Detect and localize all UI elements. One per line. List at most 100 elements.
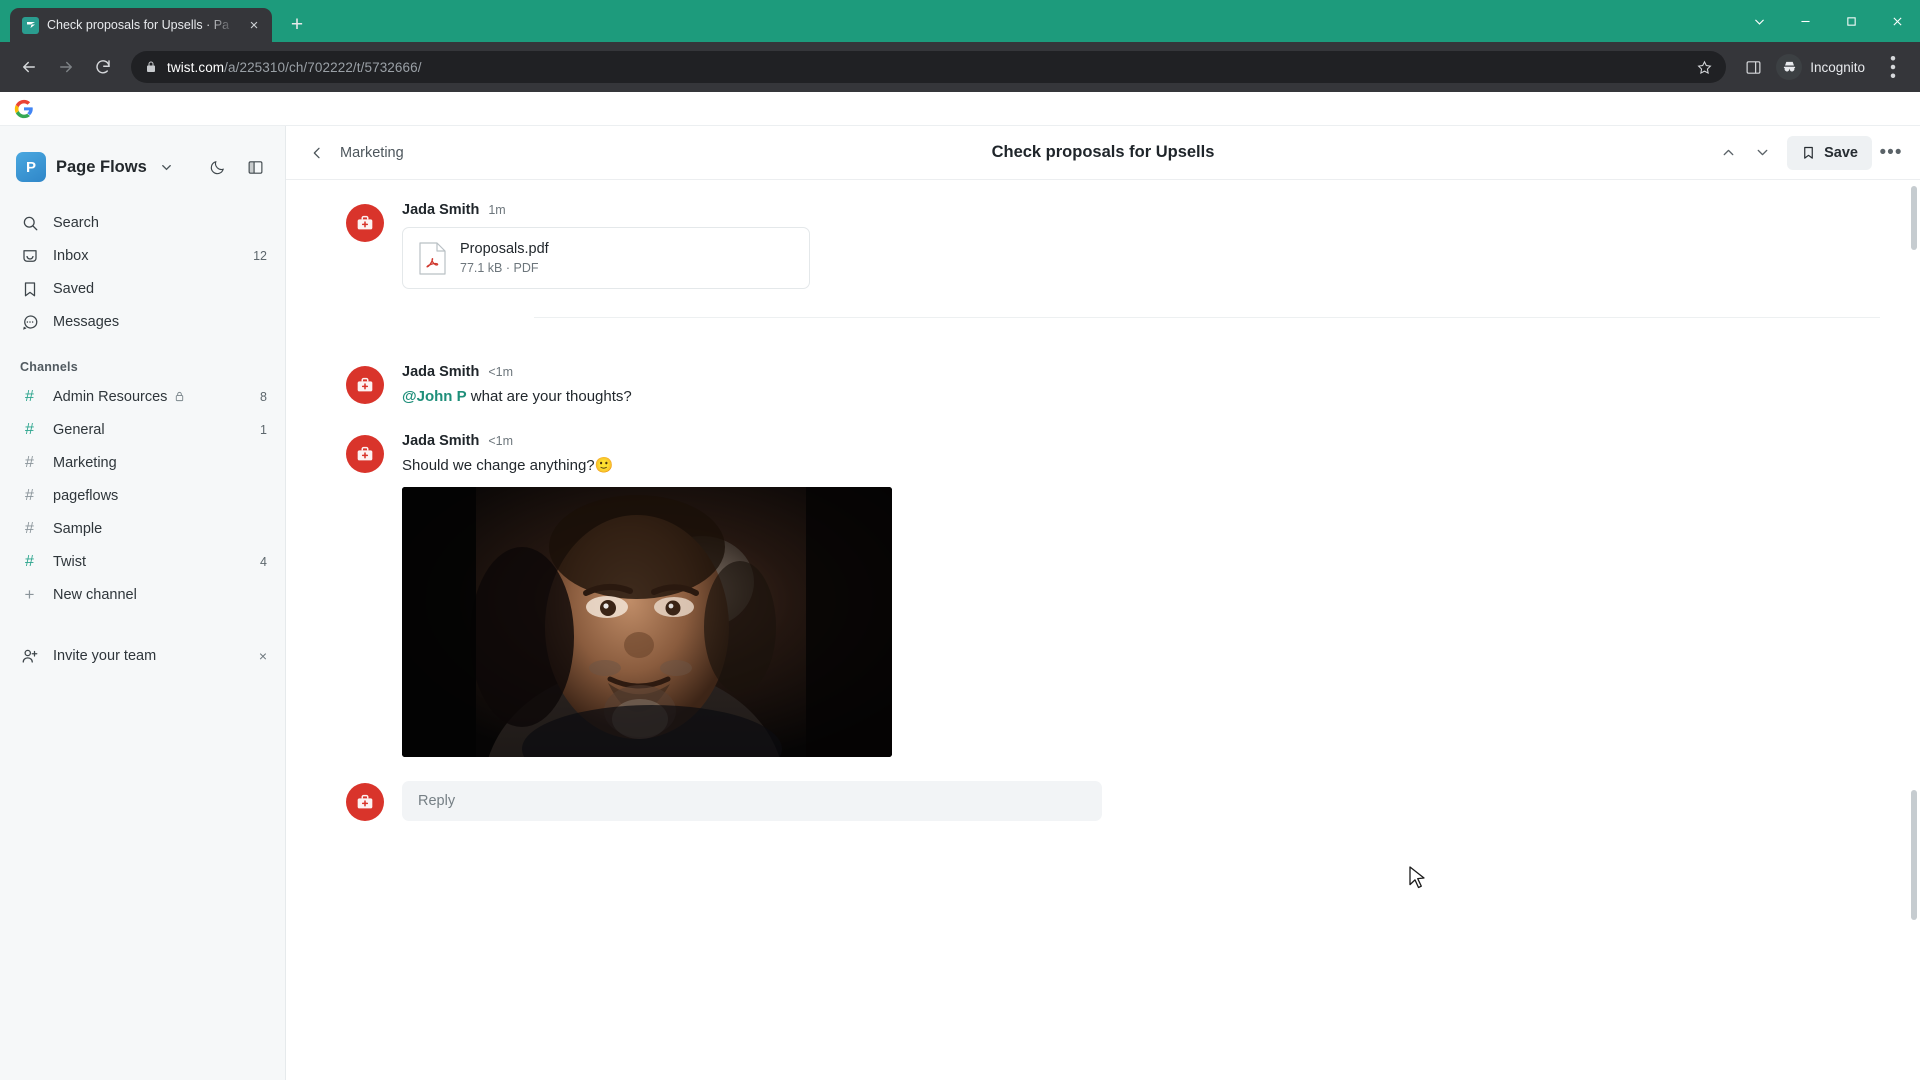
url-domain: twist.com: [167, 59, 225, 75]
side-panel-icon[interactable]: [1737, 51, 1769, 83]
url-path: /a/225310/ch/702222/t/5732666/: [224, 59, 422, 75]
channel-badge: 8: [260, 389, 267, 404]
maximize-icon[interactable]: [1828, 0, 1874, 42]
thread-view: Marketing Check proposals for Upsells Sa…: [286, 126, 1920, 1080]
thread-header: Marketing Check proposals for Upsells Sa…: [286, 126, 1920, 180]
sidebar-item-twist[interactable]: # Twist 4: [0, 545, 285, 578]
incognito-profile-button[interactable]: Incognito: [1772, 51, 1875, 83]
message-timestamp: <1m: [488, 434, 514, 449]
avatar[interactable]: [346, 204, 384, 242]
file-meta: 77.1 kB · PDF: [460, 261, 539, 275]
new-channel-label: New channel: [53, 586, 137, 603]
invite-team-row[interactable]: Invite your team ×: [0, 639, 285, 673]
browser-tab-title: Check proposals for Upsells · Pa: [47, 18, 230, 32]
message-author: Jada Smith: [402, 364, 480, 380]
google-g-icon[interactable]: [14, 99, 34, 119]
workspace-name: Page Flows: [56, 157, 147, 176]
sidebar-item-saved[interactable]: Saved: [0, 272, 285, 305]
channel-label: Sample: [53, 520, 103, 537]
sidebar-item-badge: 12: [253, 248, 267, 263]
browser-toolbar: twist.com/a/225310/ch/702222/t/5732666/ …: [0, 42, 1920, 92]
sidebar-item-label: Inbox: [53, 247, 89, 264]
close-icon[interactable]: ×: [259, 648, 267, 664]
breadcrumb[interactable]: Marketing: [340, 145, 404, 161]
message-author: Jada Smith: [402, 202, 480, 218]
lock-icon: [174, 391, 185, 402]
sidebar-item-messages[interactable]: Messages: [0, 305, 285, 338]
scrollbar-thumb[interactable]: [1911, 790, 1917, 920]
hash-icon: #: [25, 552, 34, 570]
forward-arrow-icon: [49, 50, 83, 84]
save-button[interactable]: Save: [1787, 135, 1872, 170]
channel-label: Admin Resources: [53, 388, 168, 405]
incognito-icon: [1776, 54, 1803, 80]
hash-icon: #: [25, 387, 34, 405]
hash-icon: #: [25, 486, 34, 504]
bookmark-icon: [20, 280, 39, 298]
workspace-switcher[interactable]: P Page Flows: [0, 144, 285, 190]
search-icon: [20, 214, 39, 232]
mouse-cursor: [1409, 866, 1425, 889]
sidebar-item-inbox[interactable]: Inbox 12: [0, 239, 285, 272]
star-icon[interactable]: [1697, 60, 1712, 75]
reply-placeholder: Reply: [418, 792, 456, 809]
address-bar-url: twist.com/a/225310/ch/702222/t/5732666/: [167, 60, 422, 75]
chevron-up-icon[interactable]: [1713, 138, 1743, 168]
sidebar-item-admin-resources[interactable]: # Admin Resources 8: [0, 380, 285, 413]
twist-app: P Page Flows Search Inbox 12 Saved Messa…: [0, 126, 1920, 1080]
sidebar-item-pageflows[interactable]: # pageflows: [0, 479, 285, 512]
user-mention[interactable]: @John P: [402, 388, 467, 405]
close-icon[interactable]: [1874, 0, 1920, 42]
chevron-down-icon[interactable]: [159, 160, 174, 175]
new-channel-button[interactable]: + New channel: [0, 578, 285, 611]
moon-icon[interactable]: [203, 153, 231, 181]
window-controls: [1736, 0, 1920, 42]
sidebar-item-label: Messages: [53, 313, 120, 330]
message-item: Jada Smith <1m @John P what are your tho…: [286, 364, 1920, 407]
avatar[interactable]: [346, 366, 384, 404]
incognito-label: Incognito: [1810, 59, 1865, 75]
save-button-label: Save: [1824, 144, 1858, 161]
new-tab-button[interactable]: +: [282, 10, 312, 40]
address-bar[interactable]: twist.com/a/225310/ch/702222/t/5732666/: [131, 51, 1727, 83]
channel-label: pageflows: [53, 487, 119, 504]
three-dot-menu-icon[interactable]: [1878, 52, 1908, 82]
sidebar-item-label: Saved: [53, 280, 95, 297]
minimize-icon[interactable]: [1782, 0, 1828, 42]
ellipsis-icon[interactable]: •••: [1876, 138, 1906, 168]
file-name: Proposals.pdf: [460, 241, 549, 257]
avatar[interactable]: [346, 435, 384, 474]
sidebar-item-search[interactable]: Search: [0, 206, 285, 239]
chat-bubble-icon: [20, 313, 39, 331]
message-text: @John P what are your thoughts?: [402, 387, 1880, 407]
chevron-down-icon[interactable]: [1736, 0, 1782, 42]
page-title: Check proposals for Upsells: [991, 143, 1215, 161]
panel-layout-icon[interactable]: [241, 153, 269, 181]
sidebar-item-sample[interactable]: # Sample: [0, 512, 285, 545]
browser-tab[interactable]: Check proposals for Upsells · Pa ×: [10, 8, 272, 42]
avatar[interactable]: [346, 782, 384, 821]
sidebar-item-marketing[interactable]: # Marketing: [0, 446, 285, 479]
pdf-file-icon: [419, 241, 446, 275]
channels-section-title: Channels: [20, 360, 78, 374]
embedded-gif-thumbnail[interactable]: [402, 486, 892, 757]
chevron-down-icon[interactable]: [1747, 138, 1777, 168]
plus-icon: +: [24, 584, 35, 604]
hash-icon: #: [25, 519, 34, 537]
back-arrow-icon[interactable]: [12, 50, 46, 84]
close-icon[interactable]: ×: [244, 15, 264, 35]
sidebar: P Page Flows Search Inbox 12 Saved Messa…: [0, 126, 286, 1080]
message-author: Jada Smith: [402, 433, 480, 450]
sidebar-item-general[interactable]: # General 1: [0, 413, 285, 446]
file-attachment-card[interactable]: Proposals.pdf 77.1 kB · PDF: [402, 227, 810, 289]
lock-icon: [145, 61, 157, 73]
channel-label: Twist: [53, 553, 87, 570]
reload-icon[interactable]: [86, 50, 120, 84]
chevron-left-icon[interactable]: [304, 140, 330, 166]
reply-input[interactable]: Reply: [402, 780, 1102, 821]
browser-window: Check proposals for Upsells · Pa × + twi…: [0, 0, 1920, 1080]
channel-label: General: [53, 421, 105, 438]
message-scroll-area[interactable]: Jada Smith 1m Proposals.pdf 77.1 kB · PD…: [286, 180, 1920, 1080]
invite-team-label: Invite your team: [53, 648, 157, 664]
sidebar-nav: Search Inbox 12 Saved Messages: [0, 206, 285, 338]
